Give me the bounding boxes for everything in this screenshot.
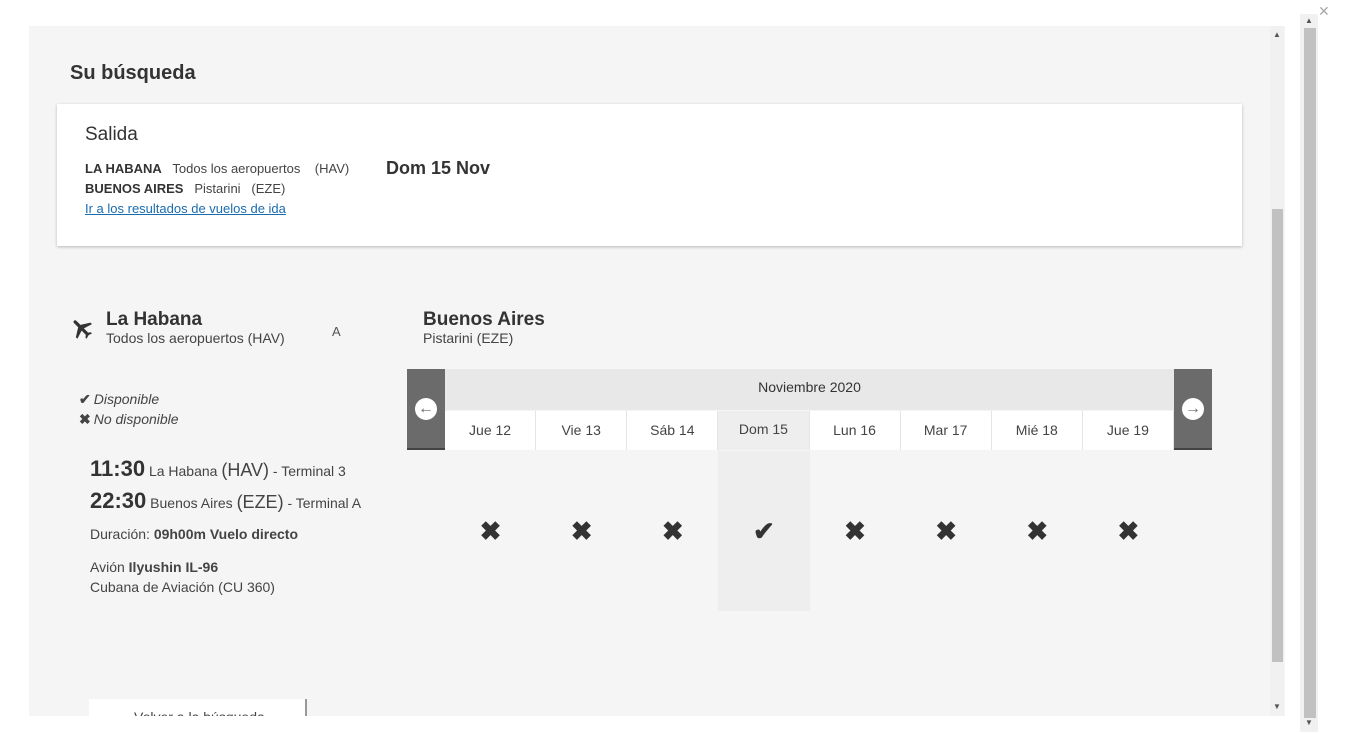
aircraft: Avión Ilyushin IL-96 [90, 559, 218, 575]
close-icon[interactable]: ✕ [1318, 4, 1330, 18]
calendar-month-bar: Noviembre 2020 [445, 369, 1174, 410]
card-title: Salida [85, 124, 138, 145]
duration-value: 09h00m Vuelo directo [153, 526, 299, 542]
aircraft-value: Ilyushin IL-96 [128, 559, 219, 575]
legend-available-label: Disponible [93, 391, 160, 407]
calendar-day[interactable]: Mié 18 [991, 411, 1083, 450]
modal-scrollbar[interactable]: ▲ ▼ [1270, 26, 1284, 716]
calendar-availability: ✖ ✖ ✖ ✔ ✖ ✖ ✖ ✖ [445, 451, 1174, 611]
legend-available: ✔ Disponible [79, 391, 159, 408]
legend-unavailable-label: No disponible [93, 411, 179, 427]
cross-icon: ✖ [479, 516, 502, 546]
search-heading: Su búsqueda [70, 62, 196, 84]
origin-city: LA HABANA [85, 161, 162, 176]
calendar-day[interactable]: Vie 13 [536, 411, 628, 450]
calendar-month: Noviembre 2020 [758, 379, 861, 395]
calendar-day[interactable]: Jue 12 [445, 411, 537, 450]
calendar-day[interactable]: Dom 15 [718, 411, 810, 450]
calendar-days: Jue 12 Vie 13 Sáb 14 Dom 15 Lun 16 Mar 17 Mié … [445, 411, 1174, 450]
scroll-down-arrow-icon[interactable]: ▼ [1300, 716, 1318, 730]
to-label: A [332, 324, 341, 339]
from-airport: Todos los aeropuertos (HAV) [106, 330, 285, 346]
arrival-code: (EZE) [236, 492, 284, 512]
check-icon: ✔ [79, 391, 91, 407]
arrow-left-circle-icon: ← [415, 398, 437, 420]
origin-line: LA HABANA Todos los aeropuertos (HAV) [85, 161, 349, 176]
cross-icon: ✖ [570, 516, 593, 546]
destination-line: BUENOS AIRES Pistarini (EZE) [85, 181, 285, 196]
departure-code: (HAV) [221, 460, 270, 480]
cross-icon: ✖ [844, 516, 866, 546]
cross-icon: ✖ [1026, 516, 1049, 546]
scroll-down-arrow-icon[interactable]: ▼ [1270, 700, 1284, 714]
dest-city: BUENOS AIRES [85, 181, 184, 196]
cross-icon: ✖ [935, 516, 958, 546]
airline: Cubana de Aviación (CU 360) [90, 579, 275, 595]
search-modal: Su búsqueda Salida LA HABANA Todos los a… [29, 26, 1285, 716]
departure-time: 11:30 [90, 456, 146, 481]
scroll-up-arrow-icon[interactable]: ▲ [1300, 14, 1318, 28]
scroll-thumb[interactable] [1304, 28, 1316, 718]
arrival-terminal: - Terminal A [287, 495, 362, 511]
results-link[interactable]: Ir a los resultados de vuelos de ida [85, 201, 286, 216]
origin-airport: Todos los aeropuertos [172, 161, 301, 176]
back-to-search-button[interactable]: Volver a la búsqueda [89, 699, 307, 716]
departure-city: La Habana [148, 463, 218, 479]
cross-icon: ✖ [79, 411, 91, 427]
arrival-time: 22:30 [90, 488, 147, 513]
departure-row: 11:30 La Habana (HAV) - Terminal 3 [90, 456, 346, 482]
departure-terminal: - Terminal 3 [272, 463, 346, 479]
origin-code: (HAV) [314, 161, 350, 176]
check-icon[interactable]: ✔ [718, 451, 810, 611]
to-airport: Pistarini (EZE) [423, 330, 514, 346]
calendar-day[interactable]: Sáb 14 [627, 411, 719, 450]
arrow-right-circle-icon: → [1182, 398, 1204, 420]
search-summary-card: Salida LA HABANA Todos los aeropuertos (… [57, 104, 1242, 246]
cross-icon: ✖ [1117, 516, 1140, 546]
cross-icon: ✖ [661, 516, 684, 546]
legend-unavailable: ✖ No disponible [79, 411, 179, 428]
duration-label: Duración: [90, 526, 150, 542]
calendar-day[interactable]: Mar 17 [900, 411, 992, 450]
scroll-up-arrow-icon[interactable]: ▲ [1270, 28, 1284, 42]
calendar-day[interactable]: Lun 16 [809, 411, 901, 450]
plane-icon [73, 320, 92, 339]
arrival-row: 22:30 Buenos Aires (EZE) - Terminal A [90, 488, 361, 514]
calendar-next-button[interactable]: → [1174, 369, 1212, 450]
scroll-thumb[interactable] [1272, 209, 1283, 662]
calendar-day[interactable]: Jue 19 [1082, 411, 1174, 450]
to-city: Buenos Aires [423, 309, 545, 330]
page-scrollbar[interactable]: ▲ ▼ [1300, 14, 1318, 732]
dest-airport: Pistarini [194, 181, 241, 196]
calendar-prev-button[interactable]: ← [407, 369, 445, 450]
from-city: La Habana [106, 309, 203, 330]
dest-code: (EZE) [251, 181, 286, 196]
search-date: Dom 15 Nov [386, 158, 491, 178]
duration: Duración: 09h00m Vuelo directo [90, 526, 298, 542]
aircraft-label: Avión [90, 559, 125, 575]
arrival-city: Buenos Aires [150, 495, 233, 511]
